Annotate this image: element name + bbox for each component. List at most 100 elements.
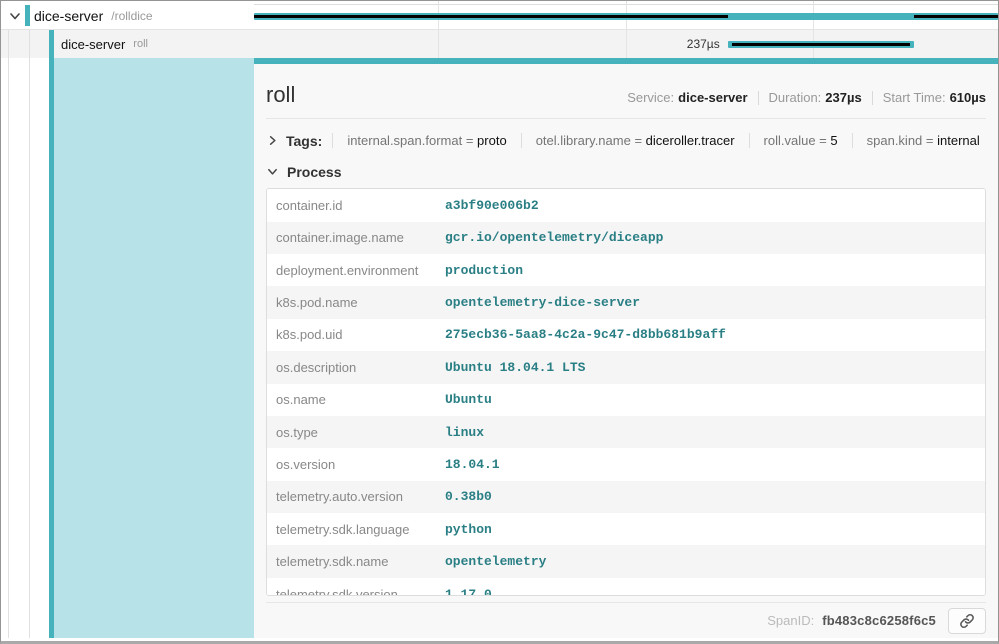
process-table-row: os.description Ubuntu 18.04.1 LTS (267, 351, 985, 383)
stat-service: Service: dice-server (627, 90, 747, 105)
chevron-down-icon[interactable] (8, 9, 22, 23)
process-value: opentelemetry-dice-server (445, 295, 640, 310)
stat-label: Duration: (769, 90, 822, 105)
tag-value: diceroller.tracer (646, 133, 735, 148)
process-value: 1.17.0 (445, 587, 492, 597)
process-key: os.name (267, 392, 445, 407)
process-table-row: container.id a3bf90e006b2 (267, 189, 985, 221)
tag-value: internal (937, 133, 980, 148)
process-table-row: os.type linux (267, 416, 985, 448)
stat-value: 610µs (950, 90, 986, 105)
stat-label: Service: (627, 90, 674, 105)
span-name-column[interactable]: dice-server /rolldice (1, 1, 254, 30)
process-key: telemetry.sdk.name (267, 554, 445, 569)
stat-label: Start Time: (883, 90, 946, 105)
copy-span-link-button[interactable] (948, 608, 986, 634)
spanid-label: SpanID: (767, 613, 814, 628)
selected-span-highlight (54, 58, 254, 638)
process-table-row: telemetry.sdk.version 1.17.0 (267, 578, 985, 596)
chevron-down-icon (266, 165, 280, 179)
stat-divider (872, 91, 873, 105)
process-key: os.version (267, 457, 445, 472)
tag-summary-item: span.kind = internal (852, 133, 994, 148)
process-key: os.description (267, 360, 445, 375)
jaeger-trace-span-detail-view: dice-server /rolldice dice-server roll 2… (0, 0, 999, 644)
span-detail-panel: roll Service: dice-server Duration:237µs … (254, 58, 998, 638)
process-value: 18.04.1 (445, 457, 500, 472)
span-duration-bar[interactable] (254, 13, 998, 20)
span-row-roll[interactable]: dice-server roll 237µs (1, 30, 998, 58)
process-value: python (445, 522, 492, 537)
process-key: k8s.pod.uid (267, 327, 445, 342)
span-detail-header: roll Service: dice-server Duration:237µs … (266, 82, 986, 108)
link-icon (958, 612, 976, 630)
tag-value: 5 (830, 133, 837, 148)
process-value: a3bf90e006b2 (445, 198, 539, 213)
process-table-row: deployment.environment production (267, 254, 985, 286)
process-value: Ubuntu (445, 392, 492, 407)
span-title: roll (266, 82, 295, 108)
process-table-row: k8s.pod.name opentelemetry-dice-server (267, 286, 985, 318)
process-key: deployment.environment (267, 263, 445, 278)
process-value: 275ecb36-5aa8-4c2a-9c47-d8bb681b9aff (445, 327, 726, 342)
span-duration-label: 237µs (687, 37, 726, 51)
span-timeline: 237µs (254, 30, 998, 58)
process-value: 0.38b0 (445, 489, 492, 504)
process-value: Ubuntu 18.04.1 LTS (445, 360, 585, 375)
process-table: container.id a3bf90e006b2 container.imag… (266, 188, 986, 596)
process-value: production (445, 263, 523, 278)
span-timeline (254, 1, 998, 30)
indent-guide (29, 30, 30, 638)
stat-start-time: Start Time: 610µs (883, 90, 986, 105)
tag-summary-item: internal.span.format = proto (332, 133, 520, 148)
tag-key: otel.library.name (536, 133, 631, 148)
stat-duration: Duration:237µs (769, 90, 862, 105)
process-header-label: Process (287, 164, 341, 180)
span-name-column[interactable]: dice-server roll (1, 30, 254, 58)
span-stats: Service: dice-server Duration:237µs Start… (627, 90, 986, 105)
process-key: telemetry.sdk.language (267, 522, 445, 537)
header-divider (266, 118, 986, 119)
tags-accordion[interactable]: Tags: internal.span.format = proto otel.… (266, 128, 986, 153)
service-name: dice-server (61, 37, 125, 52)
span-detail-footer: SpanID: fb483c8c6258f6c5 (266, 602, 986, 638)
child-span-overlay (254, 15, 728, 18)
operation-name: roll (133, 38, 148, 50)
process-key: telemetry.auto.version (267, 489, 445, 504)
process-key: k8s.pod.name (267, 295, 445, 310)
tag-summary-item: roll.value = 5 (749, 133, 852, 148)
process-table-row: telemetry.sdk.name opentelemetry (267, 545, 985, 577)
indent-guide (8, 30, 9, 638)
process-table-row: os.version 18.04.1 (267, 448, 985, 480)
process-accordion[interactable]: Process (266, 160, 986, 183)
operation-name: /rolldice (111, 9, 152, 23)
tags-header-label: Tags: (286, 133, 322, 149)
process-table-row: os.name Ubuntu (267, 384, 985, 416)
stat-value: 237µs (825, 90, 861, 105)
span-row-rolldice[interactable]: dice-server /rolldice (1, 1, 998, 30)
process-key: container.id (267, 198, 445, 213)
process-table-row: container.image.name gcr.io/opentelemetr… (267, 222, 985, 254)
stat-divider (758, 91, 759, 105)
process-key: container.image.name (267, 230, 445, 245)
tag-key: internal.span.format (347, 133, 462, 148)
child-span-overlay (914, 15, 998, 18)
process-table-row: k8s.pod.uid 275ecb36-5aa8-4c2a-9c47-d8bb… (267, 319, 985, 351)
spanid-value: fb483c8c6258f6c5 (822, 613, 936, 628)
process-key: telemetry.sdk.version (267, 587, 445, 597)
tag-value: proto (477, 133, 507, 148)
process-table-row: telemetry.auto.version 0.38b0 (267, 481, 985, 513)
service-color-bar (25, 5, 30, 26)
chevron-right-icon (266, 134, 279, 148)
stat-value: dice-server (678, 90, 747, 105)
tag-key: span.kind (867, 133, 923, 148)
span-duration-bar[interactable] (728, 41, 914, 48)
process-table-row: telemetry.sdk.language python (267, 513, 985, 545)
service-name: dice-server (34, 8, 103, 24)
process-value: opentelemetry (445, 554, 546, 569)
process-value: linux (445, 425, 484, 440)
process-key: os.type (267, 425, 445, 440)
process-value: gcr.io/opentelemetry/diceapp (445, 230, 663, 245)
tag-summary-item: otel.library.name = diceroller.tracer (521, 133, 749, 148)
span-overlay (732, 43, 910, 46)
